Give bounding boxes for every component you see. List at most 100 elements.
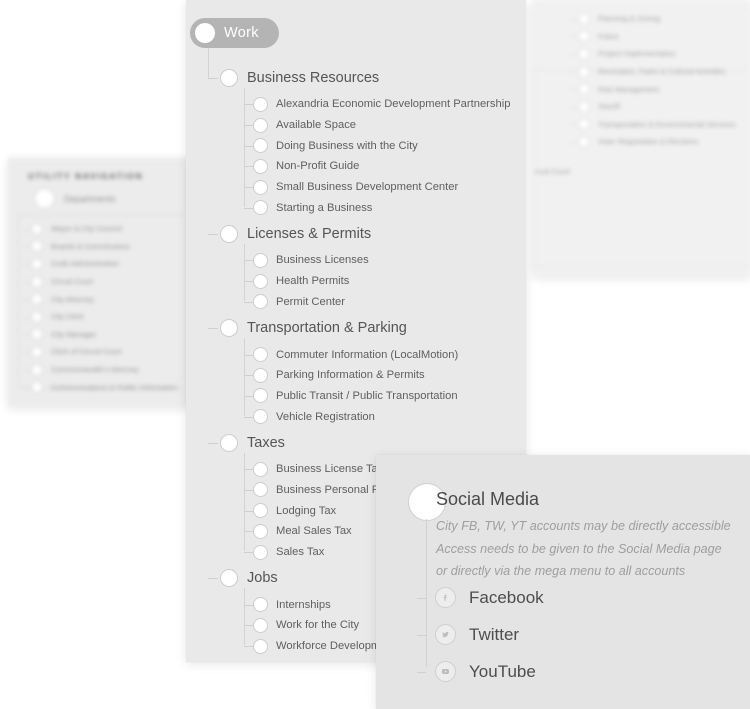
work-child-label: Public Transit / Public Transportation	[276, 389, 458, 402]
work-child-label: Meal Sales Tax	[276, 525, 352, 538]
node-circle-icon	[253, 158, 268, 174]
node-circle-icon	[253, 117, 268, 133]
work-child-label: Business License Tax	[276, 463, 384, 476]
work-child-row[interactable]: Parking Information & Permits	[186, 365, 526, 386]
node-circle-icon	[253, 252, 268, 268]
work-child-label: Health Permits	[276, 275, 350, 288]
work-group-label: Taxes	[247, 434, 285, 451]
department-item[interactable]: Risk Management	[569, 80, 736, 98]
work-child-row[interactable]: Public Transit / Public Transportation	[186, 386, 526, 407]
utility-item-label: City Clerk	[51, 312, 84, 322]
work-child-label: Alexandria Economic Development Partners…	[276, 98, 511, 111]
department-item[interactable]: Planning & Zoning	[569, 10, 736, 28]
department-item-label: Risk Management	[598, 84, 660, 94]
work-child-row[interactable]: Alexandria Economic Development Partners…	[186, 94, 526, 115]
department-item[interactable]: Voter Registration & Elections	[569, 133, 736, 151]
node-circle-icon	[253, 200, 268, 216]
work-child-row[interactable]: Available Space	[186, 115, 526, 136]
node-circle-icon	[31, 310, 43, 323]
utility-item-label: Code Administration	[51, 259, 119, 269]
node-circle-icon	[253, 347, 268, 363]
work-child-row[interactable]: Vehicle Registration	[186, 406, 526, 427]
youtube-icon	[435, 661, 456, 682]
utility-item-label: Communications & Public Information	[51, 382, 178, 392]
work-child-row[interactable]: Small Business Development Center	[186, 177, 526, 198]
social-media-link-list: Facebook Twitter YouTube	[376, 579, 750, 690]
work-group-label: Licenses & Permits	[247, 226, 372, 243]
work-root-node[interactable]: Work	[190, 18, 279, 48]
node-circle-icon	[220, 69, 238, 87]
node-circle-icon	[31, 257, 43, 270]
department-item-label: Planning & Zoning	[598, 14, 661, 24]
department-item[interactable]: Sheriff	[569, 98, 736, 116]
department-item[interactable]: Police	[569, 28, 736, 46]
node-circle-icon	[253, 482, 268, 498]
node-circle-icon	[31, 381, 43, 394]
work-group-row[interactable]: Transportation & Parking	[186, 312, 526, 344]
node-circle-icon	[253, 503, 268, 519]
work-child-label: Work for the City	[276, 619, 360, 632]
work-child-row[interactable]: Starting a Business	[186, 197, 526, 218]
social-media-link[interactable]: Twitter	[376, 616, 750, 653]
social-media-link-label: Twitter	[469, 624, 520, 644]
utility-item-list: Mayor & City Council Boards & Commissions…	[23, 220, 190, 396]
work-child-row[interactable]: Non-Profit Guide	[186, 156, 526, 177]
node-circle-icon	[195, 23, 215, 43]
work-child-label: Doing Business with the City	[276, 139, 418, 152]
utility-item-label: Commonwealth's Attorney	[51, 365, 139, 375]
social-media-link[interactable]: YouTube	[376, 653, 750, 690]
node-circle-icon	[220, 225, 238, 244]
work-root-label: Work	[224, 25, 259, 41]
utility-item[interactable]: Mayor & City Council	[23, 220, 190, 238]
utility-item[interactable]: City Attorney	[23, 290, 190, 308]
node-circle-icon	[220, 569, 238, 588]
node-circle-icon	[253, 409, 268, 425]
node-circle-icon	[578, 12, 590, 25]
work-child-row[interactable]: Health Permits	[186, 271, 526, 292]
work-child-row[interactable]: Business Licenses	[186, 250, 526, 271]
work-child-label: Commuter Information (LocalMotion)	[276, 348, 459, 361]
department-item[interactable]: Transportation & Environmental Services	[569, 116, 736, 134]
work-child-row[interactable]: Commuter Information (LocalMotion)	[186, 344, 526, 365]
utility-root-node[interactable]: Departments	[34, 188, 116, 209]
node-circle-icon	[578, 118, 590, 131]
utility-item[interactable]: Clerk of Circuit Court	[23, 343, 190, 361]
work-group: Transportation & Parking Commuter Informa…	[186, 312, 526, 427]
node-circle-icon	[253, 597, 268, 613]
work-group-row[interactable]: Licenses & Permits	[186, 218, 526, 250]
node-circle-icon	[220, 319, 238, 338]
node-circle-icon	[253, 179, 268, 195]
node-circle-icon	[31, 363, 43, 376]
department-item-label: Transportation & Environmental Services	[598, 119, 736, 129]
node-circle-icon	[253, 273, 268, 289]
social-media-link-label: Facebook	[469, 587, 544, 607]
department-item-label: Recreation, Parks & Cultural Activities	[598, 67, 726, 77]
node-circle-icon	[253, 96, 268, 112]
utility-item[interactable]: City Manager	[23, 326, 190, 344]
work-child-label: Starting a Business	[276, 201, 373, 214]
social-media-link[interactable]: Facebook	[376, 579, 750, 616]
utility-item[interactable]: Communications & Public Information	[23, 378, 190, 396]
node-circle-icon	[253, 617, 268, 633]
work-group-label: Transportation & Parking	[247, 320, 407, 337]
utility-item[interactable]: Boards & Commissions	[23, 238, 190, 256]
department-item-label: Sheriff	[598, 102, 620, 112]
work-group: Business Resources Alexandria Economic De…	[186, 62, 526, 218]
work-group-row[interactable]: Business Resources	[186, 62, 526, 94]
department-item[interactable]: Project Implementation	[569, 45, 736, 63]
node-circle-icon	[31, 222, 43, 235]
work-child-row[interactable]: Permit Center	[186, 292, 526, 313]
social-media-note: City FB, TW, YT accounts may be directly…	[436, 519, 731, 533]
department-item[interactable]: Recreation, Parks & Cultural Activities	[569, 63, 736, 81]
utility-item[interactable]: Circuit Court	[23, 273, 190, 291]
utility-item[interactable]: Commonwealth's Attorney	[23, 361, 190, 379]
utility-item[interactable]: City Clerk	[23, 308, 190, 326]
node-circle-icon	[220, 433, 238, 452]
node-circle-icon	[578, 83, 590, 96]
social-media-notes: City FB, TW, YT accounts may be directly…	[436, 515, 746, 583]
work-group-label: Business Resources	[247, 70, 380, 86]
work-child-row[interactable]: Doing Business with the City	[186, 135, 526, 156]
node-circle-icon	[253, 523, 268, 539]
utility-items-box: Mayor & City Council Boards & Commissions…	[18, 215, 190, 394]
utility-item[interactable]: Code Administration	[23, 255, 190, 273]
